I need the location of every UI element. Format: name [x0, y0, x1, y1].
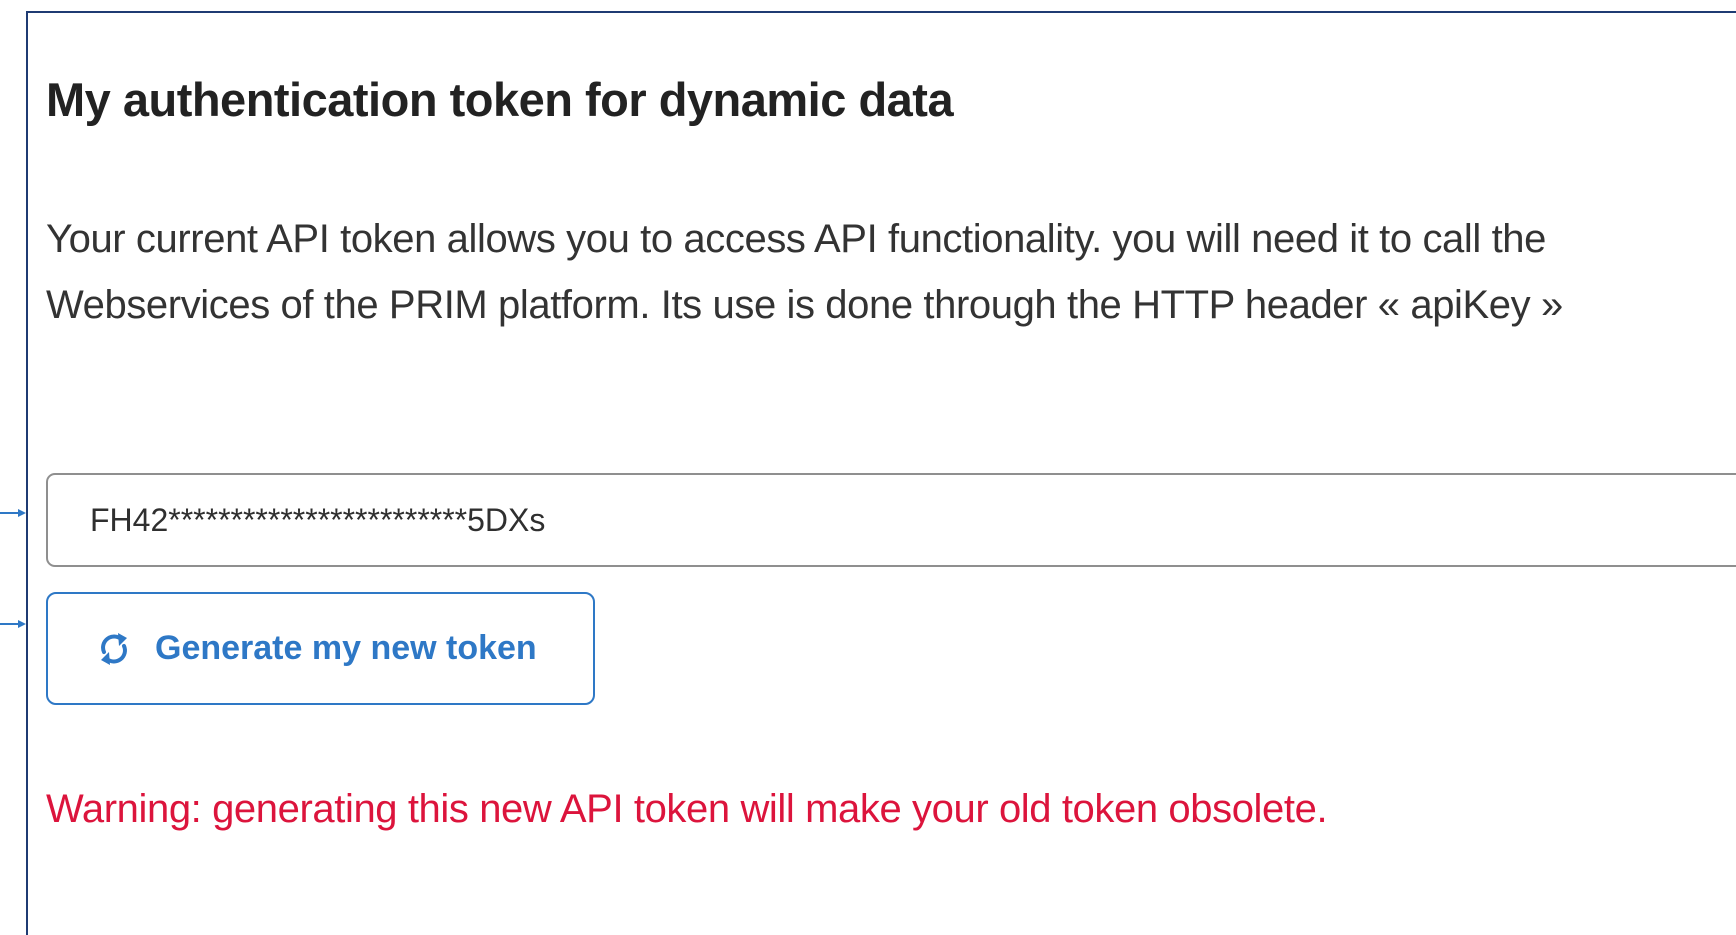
page-title: My authentication token for dynamic data	[46, 73, 954, 126]
generate-token-button-label: Generate my new token	[155, 629, 537, 667]
pointer-arrow-icon	[0, 620, 26, 628]
pointer-arrow-icon	[0, 509, 26, 517]
refresh-icon	[96, 631, 132, 667]
warning-message: Warning: generating this new API token w…	[46, 787, 1328, 831]
api-token-field[interactable]	[46, 473, 1736, 567]
generate-token-button[interactable]: Generate my new token	[46, 592, 595, 705]
token-description: Your current API token allows you to acc…	[46, 217, 1563, 327]
